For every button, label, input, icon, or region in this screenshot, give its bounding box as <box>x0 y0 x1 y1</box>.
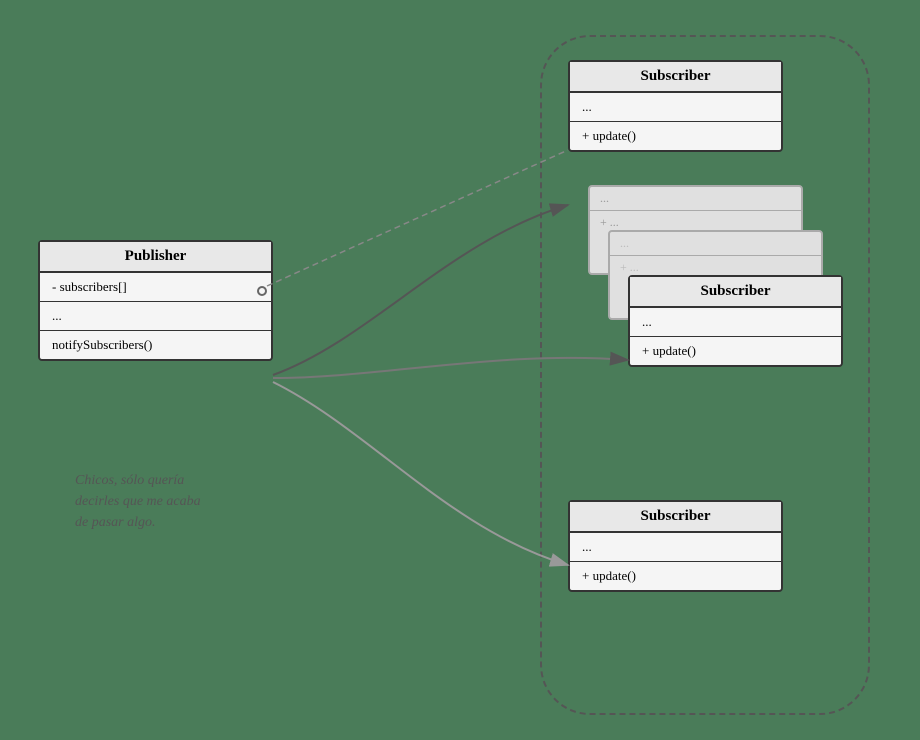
subscriber-top-title: Subscriber <box>570 62 781 93</box>
subscriber-bottom-title: Subscriber <box>570 502 781 533</box>
publisher-box: Publisher - subscribers[] ... notifySubs… <box>38 240 273 361</box>
publisher-section1: - subscribers[] <box>40 273 271 302</box>
publisher-title: Publisher <box>40 242 271 273</box>
ghost1-section1: ... <box>590 187 801 211</box>
caption-text: Chicos, sólo queríadecirles que me acaba… <box>75 470 201 533</box>
subscriber-mid-title: Subscriber <box>630 277 841 308</box>
subscriber-mid-section2: + update() <box>630 337 841 365</box>
publisher-section2: ... <box>40 302 271 331</box>
subscriber-top-section2: + update() <box>570 122 781 150</box>
subscriber-bottom-section1: ... <box>570 533 781 562</box>
subscriber-top-section1: ... <box>570 93 781 122</box>
subscriber-bottom-box: Subscriber ... + update() <box>568 500 783 592</box>
publisher-section3: notifySubscribers() <box>40 331 271 359</box>
diagram-container: ... + ... ... + ... Publisher - subscrib… <box>20 20 900 720</box>
subscriber-top-box: Subscriber ... + update() <box>568 60 783 152</box>
connector-circle <box>257 286 267 296</box>
ghost2-section1: ... <box>610 232 821 256</box>
caption-line1: Chicos, sólo queríadecirles que me acaba… <box>75 473 201 530</box>
subscriber-bottom-section2: + update() <box>570 562 781 590</box>
subscriber-mid-box: Subscriber ... + update() <box>628 275 843 367</box>
subscriber-mid-section1: ... <box>630 308 841 337</box>
